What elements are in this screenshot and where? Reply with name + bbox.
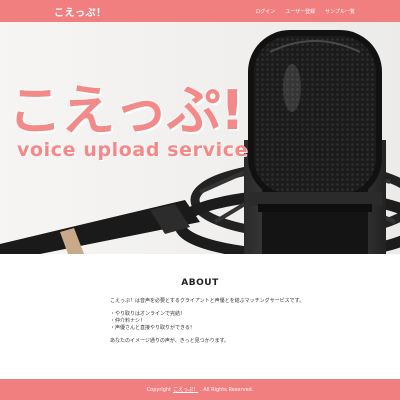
nav-link-login[interactable]: ログイン — [255, 8, 275, 15]
about-closing: あなたのイメージ通りの声が、きっと見つかります。 — [110, 338, 230, 344]
hero-subtitle: voice upload service — [17, 139, 249, 161]
footer-copyright: Copyright — [146, 386, 172, 393]
footer-rights: . All Rights Reserved. — [200, 386, 254, 393]
brand-logo-link[interactable]: こえっぷ！ — [54, 4, 107, 19]
footer-brand-link[interactable]: こえっぷ！ — [173, 386, 198, 393]
footer: Copyright こえっぷ！ . All Rights Reserved. — [0, 379, 400, 400]
nav-link-samples[interactable]: サンプル一覧 — [325, 8, 355, 15]
about-point: ・声優さんと直接やり取りができる！ — [110, 325, 195, 331]
about-point: ・仲介料ナシ！ — [110, 318, 146, 324]
navbar: こえっぷ！ ログイン ユーザー登録 サンプル一覧 — [0, 0, 400, 22]
nav-link-register[interactable]: ユーザー登録 — [285, 8, 315, 15]
about-title: ABOUT — [181, 278, 219, 288]
about-body: こえっぷ！は音声を必要とするクライアントと声優とを結ぶマッチングサービスです。 … — [110, 298, 310, 345]
hero-title: こえっぷ! — [8, 79, 245, 142]
about-point: ・やり取りはオンラインで完結！ — [110, 311, 186, 317]
hero-section: こえっぷ! voice upload service — [0, 22, 400, 254]
about-section: ABOUT こえっぷ！は音声を必要とするクライアントと声優とを結ぶマッチングサー… — [0, 254, 400, 379]
about-intro: こえっぷ！は音声を必要とするクライアントと声優とを結ぶマッチングサービスです。 — [110, 298, 305, 304]
nav-links: ログイン ユーザー登録 サンプル一覧 — [255, 0, 355, 22]
